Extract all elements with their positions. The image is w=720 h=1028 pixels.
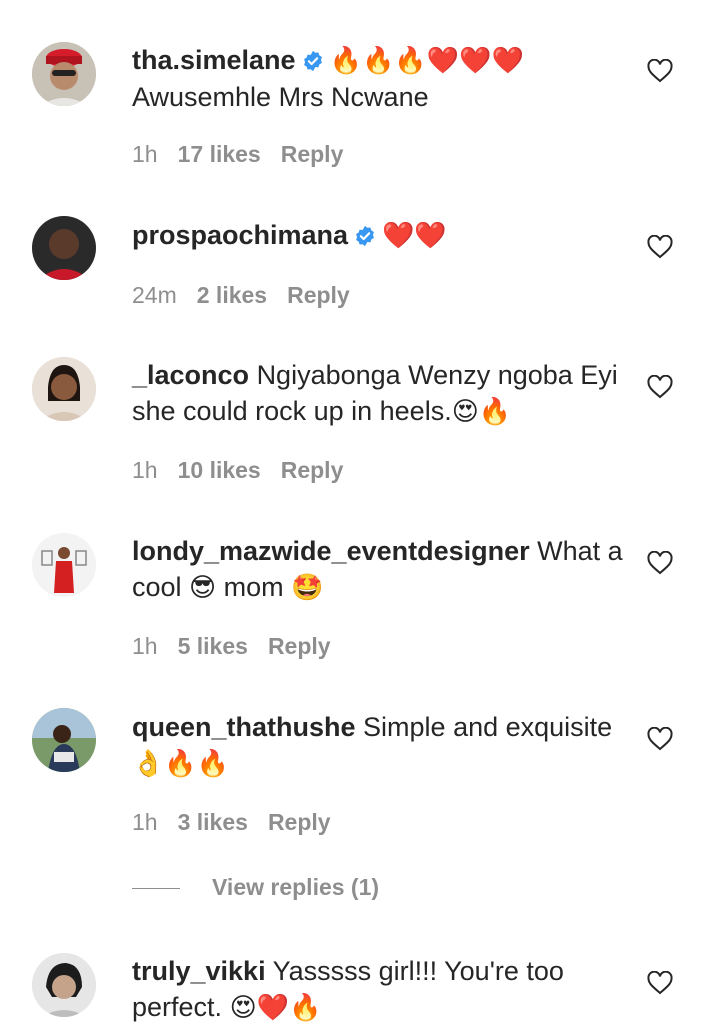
comment-text: _laconco Ngiyabonga Wenzy ngoba Eyi she … [132, 357, 627, 430]
comment-meta: 1h 3 likes Reply [132, 809, 331, 836]
comment-text: queen_thathushe Simple and exquisite 👌🔥🔥 [132, 709, 627, 782]
comment-meta: 1h 17 likes Reply [132, 141, 343, 168]
reply-button[interactable]: Reply [268, 809, 331, 835]
reply-button[interactable]: Reply [287, 282, 350, 308]
heart-outline-icon[interactable] [647, 375, 673, 399]
comment-body-cont: mom [223, 572, 284, 602]
verified-badge-icon [303, 50, 322, 72]
comment-username[interactable]: tha.simelane [132, 45, 296, 75]
comment-time: 1h [132, 457, 158, 483]
comment-body: Simple and exquisite [363, 712, 613, 742]
view-replies-button[interactable]: View replies (1) [132, 874, 379, 901]
comment-text: truly_vikki Yasssss girl!!! You're too p… [132, 953, 627, 1026]
avatar[interactable] [32, 42, 96, 106]
comment-emoji: 😎 [189, 573, 217, 603]
comment-username[interactable]: queen_thathushe [132, 712, 356, 742]
reply-button[interactable]: Reply [281, 457, 344, 483]
comment-meta: 24m 2 likes Reply [132, 282, 350, 309]
comment-time: 24m [132, 282, 177, 308]
avatar[interactable] [32, 708, 96, 772]
comment-text: tha.simelane 🔥🔥🔥❤️❤️❤️ Awusemhle Mrs Ncwa… [132, 42, 627, 115]
comment-likes[interactable]: 10 likes [178, 457, 261, 483]
verified-badge-icon [356, 225, 374, 247]
avatar[interactable] [32, 953, 96, 1017]
comment-meta: 1h 5 likes Reply [132, 633, 331, 660]
comment-likes[interactable]: 17 likes [178, 141, 261, 167]
comment-likes[interactable]: 5 likes [178, 633, 248, 659]
comment-body: Awusemhle Mrs Ncwane [132, 82, 429, 112]
comment-emoji: 😍🔥 [451, 397, 512, 427]
comment-text: londy_mazwide_eventdesigner What a cool … [132, 533, 627, 606]
comment-emoji: 🤩 [291, 573, 324, 603]
comment-meta: 1h 10 likes Reply [132, 457, 343, 484]
comment-username[interactable]: londy_mazwide_eventdesigner [132, 536, 530, 566]
heart-outline-icon[interactable] [647, 235, 673, 259]
heart-outline-icon[interactable] [647, 727, 673, 751]
comment-username[interactable]: truly_vikki [132, 956, 266, 986]
comment-time: 1h [132, 809, 158, 835]
comment-time: 1h [132, 633, 158, 659]
comment-emoji: 🔥🔥🔥❤️❤️❤️ [329, 46, 524, 76]
reply-button[interactable]: Reply [268, 633, 331, 659]
view-replies-divider [132, 888, 180, 890]
heart-outline-icon[interactable] [647, 971, 673, 995]
reply-button[interactable]: Reply [281, 141, 344, 167]
avatar[interactable] [32, 533, 96, 597]
comment-likes[interactable]: 2 likes [197, 282, 267, 308]
comment-emoji: 😍❤️🔥 [229, 993, 322, 1023]
view-replies-label: View replies (1) [212, 874, 380, 900]
comment-time: 1h [132, 141, 158, 167]
comment-likes[interactable]: 3 likes [178, 809, 248, 835]
comment-username[interactable]: prospaochimana [132, 220, 348, 250]
comment-emoji: ❤️❤️ [382, 221, 447, 251]
avatar[interactable] [32, 357, 96, 421]
comment-username[interactable]: _laconco [132, 360, 249, 390]
avatar[interactable] [32, 216, 96, 280]
comment-text: prospaochimana ❤️❤️ [132, 217, 627, 254]
heart-outline-icon[interactable] [647, 551, 673, 575]
heart-outline-icon[interactable] [647, 59, 673, 83]
comment-emoji: 👌🔥🔥 [132, 749, 230, 779]
